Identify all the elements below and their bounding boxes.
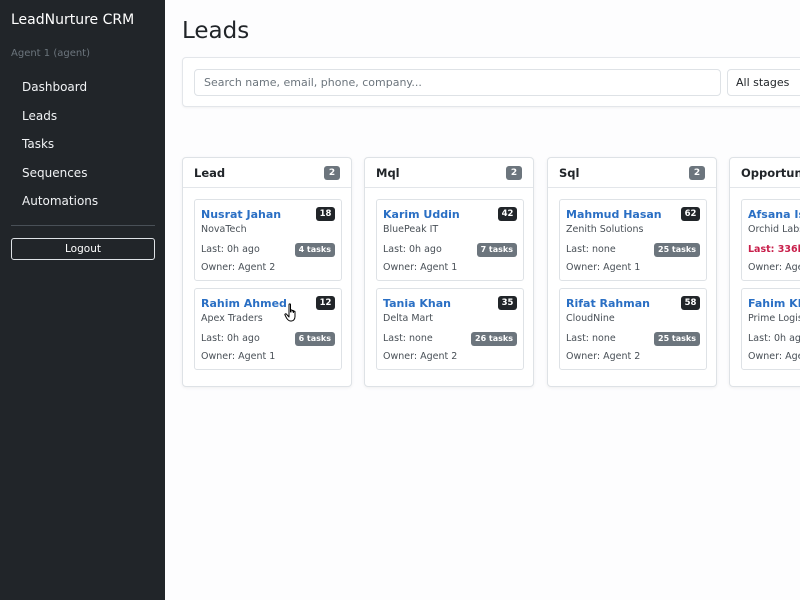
lead-card[interactable]: Mahmud Hasan 62 Zenith Solutions Last: n…: [559, 199, 707, 281]
column-header: Opportunit: [730, 158, 800, 188]
kanban-column-opportunity: Opportunit Afsana Isl Orchid Labs Last: …: [729, 157, 800, 387]
last-contact: Last: 0h ago: [748, 333, 800, 344]
sidebar-divider: [11, 225, 155, 226]
sidebar-item-sequences[interactable]: Sequences: [0, 162, 165, 191]
lead-owner: Owner: Age: [748, 262, 800, 273]
column-header: Mql 2: [365, 158, 533, 188]
sidebar-item-automations[interactable]: Automations: [0, 190, 165, 219]
search-input[interactable]: [194, 69, 721, 96]
lead-owner: Owner: Age: [748, 351, 800, 362]
sidebar: LeadNurture CRM Agent 1 (agent) Dashboar…: [0, 0, 165, 600]
page-title: Leads: [182, 18, 250, 44]
hand-pointer-cursor-icon: [284, 303, 296, 322]
lead-name-link[interactable]: Tania Khan: [383, 297, 451, 310]
kanban-column-sql: Sql 2 Mahmud Hasan 62 Zenith Solutions L…: [547, 157, 717, 387]
column-title: Lead: [194, 166, 226, 180]
lead-owner: Owner: Agent 1: [201, 351, 276, 362]
lead-card[interactable]: Rahim Ahmed 12 Apex Traders Last: 0h ago…: [194, 288, 342, 370]
task-count-badge: 4 tasks: [294, 243, 335, 257]
lead-company: CloudNine: [566, 313, 615, 324]
filter-bar: All stages: [182, 57, 800, 107]
main-content: Leads All stages Lead 2 Nusrat Jahan 18 …: [165, 0, 800, 600]
lead-owner: Owner: Agent 1: [383, 262, 458, 273]
task-count-badge: 7 tasks: [476, 243, 517, 257]
last-contact: Last: none: [566, 244, 616, 255]
column-count-badge: 2: [324, 166, 340, 180]
lead-company: Prime Logis: [748, 313, 800, 324]
lead-card[interactable]: Afsana Isl Orchid Labs Last: 336h a Owne…: [741, 199, 800, 281]
lead-card[interactable]: Karim Uddin 42 BluePeak IT Last: 0h ago …: [376, 199, 524, 281]
last-contact: Last: none: [383, 333, 433, 344]
lead-score-badge: 35: [498, 296, 517, 310]
task-count-badge: 26 tasks: [471, 332, 517, 346]
kanban-column-lead: Lead 2 Nusrat Jahan 18 NovaTech Last: 0h…: [182, 157, 352, 387]
lead-score-badge: 62: [681, 207, 700, 221]
lead-company: BluePeak IT: [383, 224, 439, 235]
lead-owner: Owner: Agent 2: [383, 351, 458, 362]
lead-owner: Owner: Agent 2: [566, 351, 641, 362]
lead-owner: Owner: Agent 2: [201, 262, 276, 273]
column-count-badge: 2: [506, 166, 522, 180]
column-title: Sql: [559, 166, 580, 180]
last-contact: Last: 336h a: [748, 244, 800, 255]
last-contact: Last: 0h ago: [383, 244, 442, 255]
task-count-badge: 25 tasks: [654, 243, 700, 257]
kanban-column-mql: Mql 2 Karim Uddin 42 BluePeak IT Last: 0…: [364, 157, 534, 387]
lead-name-link[interactable]: Rifat Rahman: [566, 297, 650, 310]
column-title: Opportunit: [741, 166, 800, 180]
lead-name-link[interactable]: Mahmud Hasan: [566, 208, 662, 221]
sidebar-item-dashboard[interactable]: Dashboard: [0, 76, 165, 105]
last-contact: Last: 0h ago: [201, 244, 260, 255]
column-header: Sql 2: [548, 158, 716, 188]
sidebar-nav: Dashboard Leads Tasks Sequences Automati…: [0, 76, 165, 219]
lead-name-link[interactable]: Afsana Isl: [748, 208, 800, 221]
logout-button[interactable]: Logout: [11, 238, 155, 260]
lead-card[interactable]: Rifat Rahman 58 CloudNine Last: none 25 …: [559, 288, 707, 370]
lead-score-badge: 12: [316, 296, 335, 310]
column-title: Mql: [376, 166, 400, 180]
lead-name-link[interactable]: Fahim Kha: [748, 297, 800, 310]
last-contact: Last: none: [566, 333, 616, 344]
column-header: Lead 2: [183, 158, 351, 188]
lead-name-link[interactable]: Rahim Ahmed: [201, 297, 287, 310]
lead-name-link[interactable]: Nusrat Jahan: [201, 208, 281, 221]
lead-score-badge: 42: [498, 207, 517, 221]
sidebar-item-tasks[interactable]: Tasks: [0, 133, 165, 162]
column-count-badge: 2: [689, 166, 705, 180]
lead-card[interactable]: Tania Khan 35 Delta Mart Last: none 26 t…: [376, 288, 524, 370]
lead-score-badge: 18: [316, 207, 335, 221]
task-count-badge: 6 tasks: [294, 332, 335, 346]
current-agent-label: Agent 1 (agent): [11, 48, 91, 59]
last-contact: Last: 0h ago: [201, 333, 260, 344]
sidebar-item-leads[interactable]: Leads: [0, 105, 165, 134]
lead-company: NovaTech: [201, 224, 247, 235]
lead-company: Delta Mart: [383, 313, 434, 324]
app-brand: LeadNurture CRM: [11, 12, 135, 28]
lead-company: Orchid Labs: [748, 224, 800, 235]
lead-name-link[interactable]: Karim Uddin: [383, 208, 460, 221]
lead-card[interactable]: Nusrat Jahan 18 NovaTech Last: 0h ago 4 …: [194, 199, 342, 281]
lead-company: Apex Traders: [201, 313, 263, 324]
lead-owner: Owner: Agent 1: [566, 262, 641, 273]
lead-score-badge: 58: [681, 296, 700, 310]
lead-company: Zenith Solutions: [566, 224, 644, 235]
lead-card[interactable]: Fahim Kha Prime Logis Last: 0h ago Owner…: [741, 288, 800, 370]
task-count-badge: 25 tasks: [654, 332, 700, 346]
stage-filter-select[interactable]: All stages: [727, 69, 800, 96]
